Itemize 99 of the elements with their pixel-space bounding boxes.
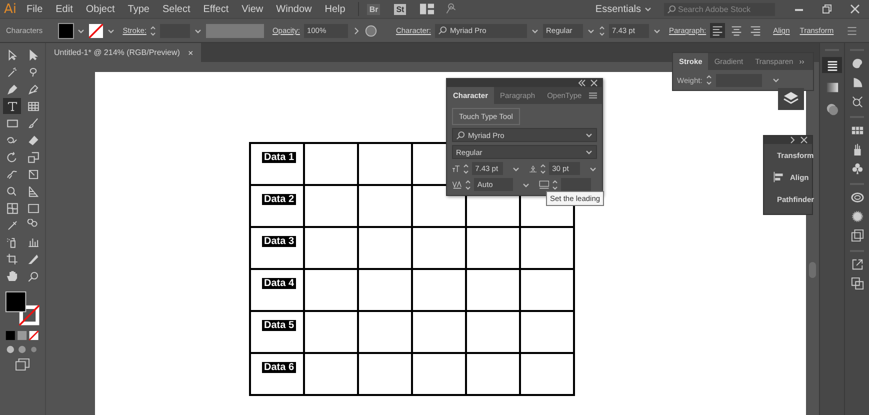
data-label: Data 1 (262, 152, 296, 163)
caret-icon[interactable] (530, 26, 539, 34)
palette-icon[interactable] (850, 57, 864, 70)
collapse-icon[interactable] (578, 79, 586, 87)
club-icon[interactable] (850, 162, 864, 175)
swirl-icon[interactable] (850, 191, 864, 204)
close-icon[interactable] (590, 79, 598, 87)
eyedropper-icon[interactable] (6, 218, 18, 232)
caret-icon[interactable] (106, 26, 115, 34)
perspective-icon[interactable] (26, 184, 40, 198)
menu-item[interactable]: Effect (203, 4, 229, 14)
menu-item[interactable]: Edit (56, 4, 73, 14)
search-icon (667, 4, 676, 14)
tracking-icon (538, 178, 549, 190)
color-mode-drawing[interactable] (4, 330, 40, 341)
stepper-icon[interactable] (150, 24, 156, 36)
menu-item[interactable]: Type (128, 4, 150, 14)
grid-icon[interactable] (26, 100, 40, 112)
chevron-icon[interactable] (352, 26, 360, 34)
no-stroke-swatch[interactable] (88, 24, 103, 38)
menu-item[interactable]: Window (276, 4, 312, 14)
stepper-icon[interactable] (598, 24, 605, 36)
scrollbar-thumb[interactable] (809, 262, 816, 278)
caret-icon[interactable] (652, 26, 661, 34)
app-button[interactable]: St (394, 4, 406, 14)
fill-stroke-drawing[interactable] (4, 291, 40, 327)
caret-icon[interactable] (585, 148, 593, 156)
gradient-icon[interactable] (26, 202, 40, 214)
workspace-switcher[interactable]: Essentials (595, 4, 641, 14)
menu-item[interactable]: View (242, 4, 264, 14)
swatches-icon[interactable] (850, 124, 864, 137)
menu-item[interactable]: Object (86, 4, 115, 14)
align-icon[interactable] (710, 23, 726, 38)
duplicate-icon[interactable] (850, 277, 864, 290)
align-icon[interactable] (772, 171, 785, 183)
warp-icon[interactable] (6, 168, 18, 180)
layout-icon[interactable] (420, 3, 434, 15)
tracking-field[interactable] (560, 178, 591, 191)
menu-item[interactable]: File (26, 4, 43, 14)
stepper-icon[interactable] (552, 178, 558, 190)
close-tab-button[interactable]: × (188, 48, 194, 58)
search-icon (438, 26, 447, 35)
gradient-swatch-icon[interactable] (826, 80, 838, 94)
data-label: Data 2 (262, 194, 296, 205)
data-label: Data 4 (262, 278, 296, 289)
stock-search-field[interactable]: Search Adobe Stock (664, 2, 775, 16)
stepper-icon[interactable] (463, 162, 470, 174)
layers-icon[interactable] (778, 88, 804, 110)
caret-icon[interactable] (586, 26, 595, 34)
pen-icon[interactable] (26, 82, 40, 96)
eraser-icon[interactable] (26, 134, 40, 146)
crop-icon[interactable] (6, 252, 18, 266)
leading-icon (529, 162, 538, 174)
font-size-icon (452, 162, 460, 174)
caret-icon[interactable] (772, 76, 780, 84)
stepper-icon[interactable] (706, 74, 712, 86)
close-icon[interactable] (800, 136, 808, 144)
scale-icon[interactable] (26, 150, 40, 164)
screen-mode-icon[interactable] (15, 358, 30, 371)
spray-icon[interactable] (6, 236, 18, 248)
wand-icon[interactable] (6, 66, 18, 78)
export-icon[interactable] (850, 258, 864, 271)
rotate-icon[interactable] (6, 150, 18, 164)
caret-icon[interactable] (644, 5, 652, 13)
bar-chart-icon[interactable] (26, 236, 40, 248)
list-icon[interactable] (845, 24, 859, 36)
app-button[interactable]: Br (367, 4, 380, 14)
stepper-icon[interactable] (540, 162, 546, 174)
app-logo: Ai (4, 2, 17, 16)
kerning-icon (452, 178, 462, 190)
caret-icon[interactable] (589, 164, 597, 172)
menu-item[interactable]: Select (162, 4, 190, 14)
stroke-icon[interactable] (826, 58, 838, 72)
hand-icon[interactable] (6, 270, 18, 282)
brush-icon[interactable] (26, 116, 40, 130)
chevron-icon[interactable] (788, 136, 796, 144)
circles-icon[interactable] (826, 102, 838, 116)
menu-item[interactable]: Help (324, 4, 346, 14)
pen-icon[interactable] (6, 82, 18, 96)
search-icon[interactable] (26, 270, 40, 282)
layers-stack-icon[interactable] (850, 229, 864, 242)
fill-swatch[interactable] (58, 24, 73, 38)
sun-icon[interactable] (850, 210, 864, 223)
caret-icon[interactable] (194, 26, 202, 34)
data-label: Data 5 (262, 320, 296, 331)
mesh-icon[interactable] (6, 202, 18, 214)
globe-icon[interactable] (364, 24, 378, 36)
data-label: Data 6 (262, 362, 296, 373)
type-icon[interactable] (6, 100, 18, 112)
caret-icon[interactable] (585, 131, 593, 139)
document-tab[interactable]: Untitled-1* @ 214% (RGB/Preview) × (46, 43, 202, 62)
stepper-icon[interactable] (465, 178, 472, 190)
menu-icon[interactable] (589, 92, 597, 99)
data-label: Data 3 (262, 236, 296, 247)
caret-icon[interactable] (76, 26, 85, 34)
restore-icon[interactable] (822, 4, 832, 14)
close-icon[interactable] (850, 4, 860, 14)
search-icon (456, 130, 465, 140)
knife-icon[interactable] (26, 252, 40, 266)
